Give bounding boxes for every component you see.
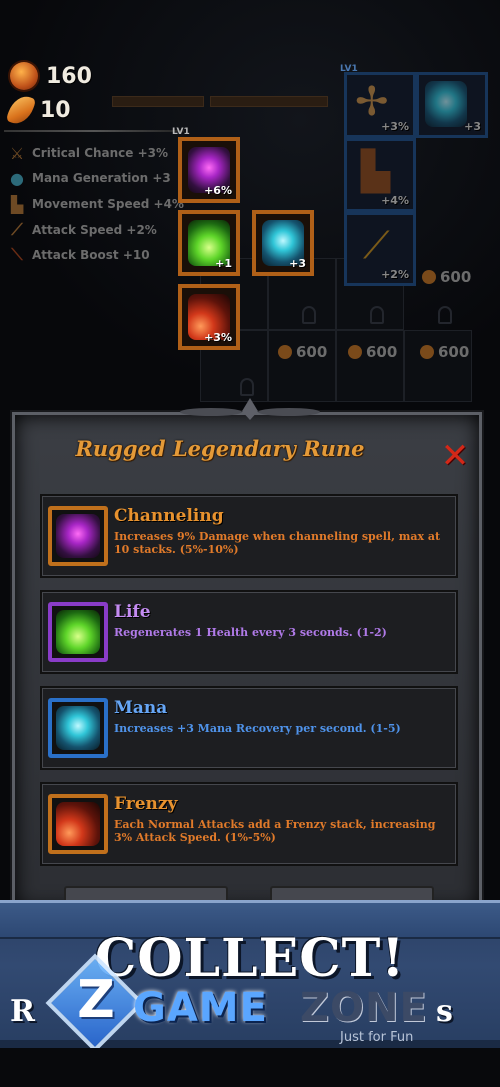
dialog-crest-ornament	[180, 398, 320, 424]
watermark-logo-letter: Z	[77, 970, 115, 1030]
lock-icon	[240, 378, 254, 396]
boot-icon: ▙	[10, 194, 24, 214]
rune-slot-price: 600	[348, 343, 397, 361]
rune-bonus: +3	[289, 257, 306, 270]
equip-bonus: +4%	[381, 194, 409, 207]
equip-bonus: +3%	[381, 120, 409, 133]
claw-icon: ⟋	[363, 223, 390, 267]
rune-bonus: +3%	[204, 331, 232, 344]
rune-card-mana[interactable]: Mana Increases +3 Mana Recovery per seco…	[40, 686, 458, 770]
rune-description: Each Normal Attacks add a Frenzy stack, …	[114, 818, 436, 844]
gold-counter: 160	[10, 62, 92, 90]
rune-description: Regenerates 1 Health every 3 seconds. (1…	[114, 626, 387, 639]
price-value: 600	[366, 343, 398, 361]
stat-label: Critical Chance +3%	[32, 146, 169, 160]
feather-icon	[5, 92, 37, 128]
rune-card-channeling[interactable]: Channeling Increases 9% Damage when chan…	[40, 494, 458, 578]
equip-bonus: +2%	[381, 268, 409, 281]
rune-bonus: +6%	[204, 184, 232, 197]
stat-label: Attack Boost +10	[32, 248, 150, 262]
rune-slot-mana[interactable]: +3	[252, 210, 314, 276]
gold-coin-icon	[278, 345, 292, 359]
rune-card-frenzy[interactable]: Frenzy Each Normal Attacks add a Frenzy …	[40, 782, 458, 866]
equip-slot[interactable]: ✢ +3%	[344, 72, 416, 138]
stat-critical-chance: ⚔ Critical Chance +3%	[6, 143, 168, 163]
rune-description: Increases +3 Mana Recovery per second. (…	[114, 722, 401, 735]
grid-cell	[404, 330, 472, 402]
crossed-swords-icon: ⚔	[9, 143, 25, 163]
rune-name: Life	[114, 602, 151, 622]
rune-frame	[48, 506, 108, 566]
stat-attack-speed: ⟋ Attack Speed +2%	[6, 220, 157, 240]
equip-bonus: +3	[464, 120, 481, 133]
slash-icon: ⟍	[11, 245, 23, 264]
progress-bar-left	[112, 96, 204, 107]
rune-frame	[48, 602, 108, 662]
price-value: 600	[440, 268, 472, 286]
rune-frame	[48, 794, 108, 854]
mana-rune-icon	[56, 706, 100, 750]
lock-icon	[302, 306, 316, 324]
mana-orb-icon: ●	[10, 168, 24, 188]
watermark-tagline: Just for Fun	[340, 1030, 414, 1045]
rune-slot-frenzy[interactable]: +3%	[178, 284, 240, 350]
bottom-bar	[0, 1048, 500, 1087]
rune-slot-channeling[interactable]: +6%	[178, 137, 240, 203]
banner-subline-right: s	[436, 994, 453, 1029]
gold-coin-icon	[348, 345, 362, 359]
rune-description: Increases 9% Damage when channeling spel…	[114, 530, 441, 556]
mana-orb-icon	[425, 81, 467, 127]
rune-card-life[interactable]: Life Regenerates 1 Health every 3 second…	[40, 590, 458, 674]
close-x-icon[interactable]: ✕	[438, 439, 472, 474]
crossbow-icon: ✢	[355, 79, 389, 125]
stat-label: Mana Generation +3	[32, 171, 171, 185]
lock-icon	[438, 306, 452, 324]
rune-bonus: +1	[215, 257, 232, 270]
banner-bottom-trim	[0, 1040, 500, 1048]
gold-coin-icon	[420, 345, 434, 359]
rune-frame	[48, 698, 108, 758]
equip-slot[interactable]: +3	[416, 72, 488, 138]
banner-subline-left: R	[10, 994, 35, 1029]
boot-icon: ▙	[361, 149, 391, 193]
stats-divider	[4, 130, 184, 132]
rune-name: Frenzy	[114, 794, 178, 814]
rune-board-level: LV1	[172, 127, 190, 137]
life-rune-icon	[56, 610, 100, 654]
claw-icon: ⟋	[11, 220, 23, 239]
feather-amount: 10	[40, 97, 71, 123]
watermark-game: GAME	[133, 985, 268, 1031]
gold-coin-icon	[422, 270, 436, 284]
stat-mana-generation: ● Mana Generation +3	[6, 168, 171, 188]
stat-movement-speed: ▙ Movement Speed +4%	[6, 194, 184, 214]
rune-slot-life[interactable]: +1	[178, 210, 240, 276]
equip-slot[interactable]: ▙ +4%	[344, 138, 416, 212]
grid-cell	[268, 330, 336, 402]
channeling-rune-icon	[56, 514, 100, 558]
stat-label: Movement Speed +4%	[32, 197, 184, 211]
rune-slot-price: 600	[278, 343, 327, 361]
dialog-title: Rugged Legendary Rune	[75, 436, 365, 461]
rune-slot-price: 600	[422, 268, 471, 286]
gold-coin-icon	[10, 62, 38, 90]
price-value: 600	[296, 343, 328, 361]
rune-name: Channeling	[114, 506, 224, 526]
rune-name: Mana	[114, 698, 168, 718]
price-value: 600	[438, 343, 470, 361]
watermark-zone: ZONE	[300, 985, 428, 1031]
lock-icon	[370, 306, 384, 324]
stat-label: Attack Speed +2%	[32, 223, 157, 237]
grid-cell	[336, 330, 404, 402]
equip-slot[interactable]: ⟋ +2%	[344, 212, 416, 286]
feather-counter: 10	[5, 92, 71, 128]
progress-bar-right	[210, 96, 328, 107]
gold-amount: 160	[46, 63, 92, 89]
rune-slot-price: 600	[420, 343, 469, 361]
stat-attack-boost: ⟍ Attack Boost +10	[6, 245, 150, 265]
frenzy-rune-icon	[56, 802, 100, 846]
